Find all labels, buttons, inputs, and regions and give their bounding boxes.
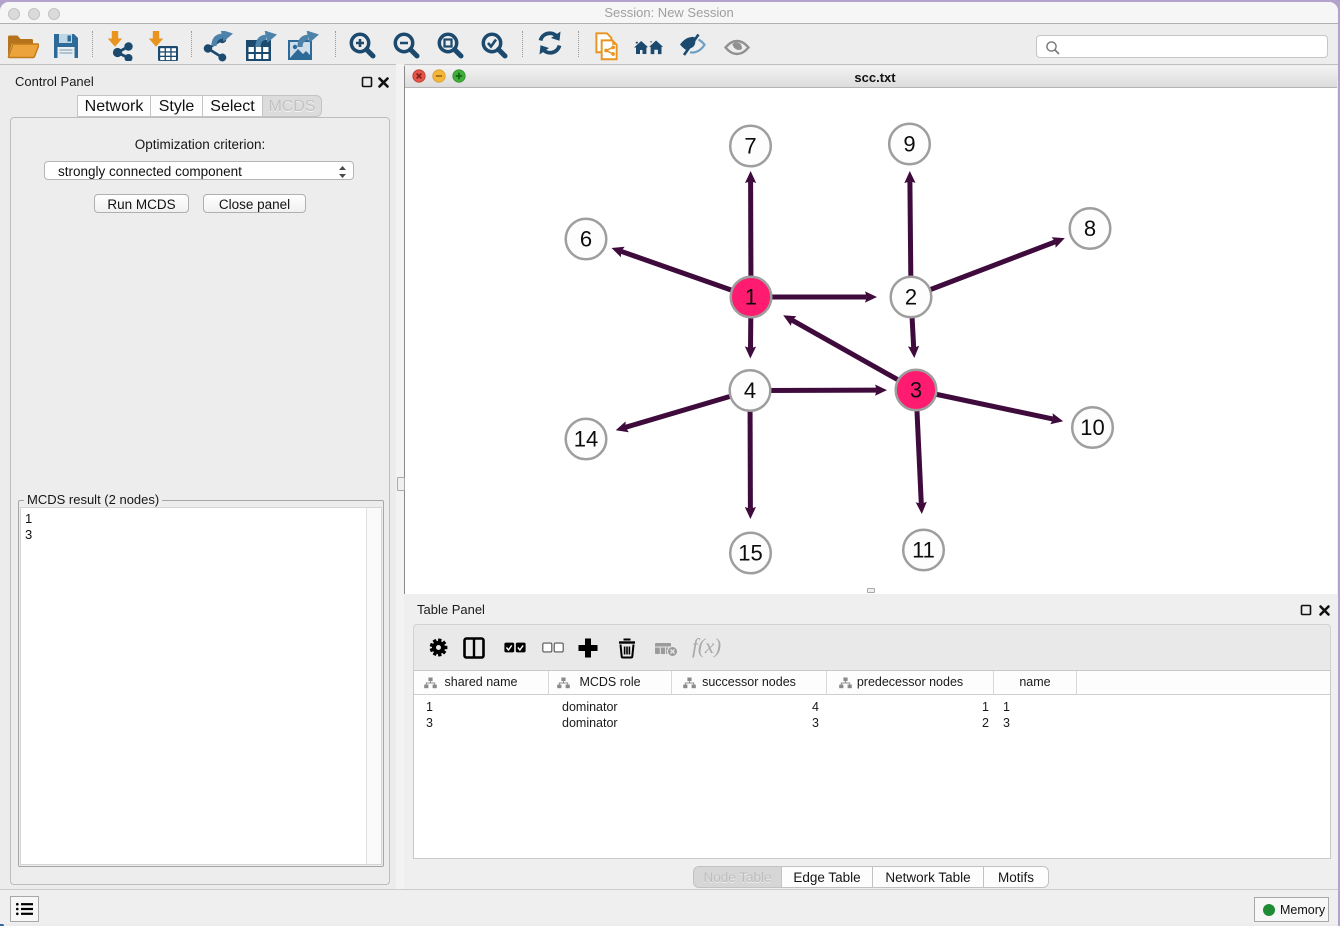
svg-text:2: 2: [905, 285, 917, 310]
svg-text:14: 14: [574, 427, 598, 452]
svg-text:7: 7: [744, 134, 756, 159]
svg-text:10: 10: [1080, 415, 1104, 440]
svg-text:4: 4: [744, 378, 756, 403]
svg-text:9: 9: [903, 132, 915, 157]
svg-text:8: 8: [1084, 216, 1096, 241]
svg-text:3: 3: [910, 378, 922, 403]
svg-text:11: 11: [912, 538, 935, 563]
svg-text:6: 6: [580, 227, 592, 252]
svg-text:15: 15: [738, 541, 762, 566]
svg-text:1: 1: [745, 285, 757, 310]
